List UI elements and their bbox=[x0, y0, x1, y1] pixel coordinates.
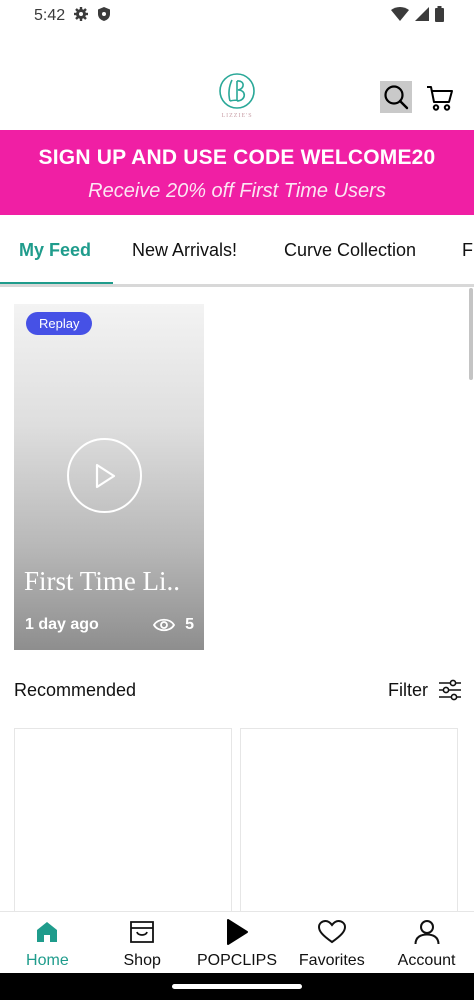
settings-icon bbox=[73, 6, 89, 27]
replay-badge: Replay bbox=[26, 312, 93, 335]
promo-subtitle: Receive 20% off First Time Users bbox=[88, 180, 386, 202]
nav-favorites[interactable]: Favorites bbox=[284, 912, 379, 973]
shop-icon bbox=[129, 918, 155, 946]
video-card[interactable]: Replay First Time Li.. 1 day ago 5 bbox=[14, 304, 204, 650]
status-bar: 5:42 bbox=[0, 0, 474, 32]
video-title: First Time Li.. bbox=[24, 566, 181, 596]
tab-curve-collection[interactable]: Curve Collection bbox=[284, 215, 416, 284]
status-right bbox=[391, 5, 444, 27]
nav-popclips[interactable]: POPCLIPS bbox=[190, 912, 285, 973]
nav-account[interactable]: Account bbox=[379, 912, 474, 973]
tab-my-feed[interactable]: My Feed bbox=[19, 215, 91, 284]
system-gesture-bar bbox=[0, 973, 474, 1000]
logo-monogram-icon bbox=[219, 73, 255, 109]
cart-button[interactable] bbox=[424, 82, 456, 114]
eye-icon bbox=[153, 618, 176, 632]
status-left: 5:42 bbox=[34, 6, 111, 27]
account-icon bbox=[414, 918, 440, 946]
search-button[interactable] bbox=[380, 81, 412, 113]
view-count: 5 bbox=[185, 616, 194, 633]
tab-new-arrivals[interactable]: New Arrivals! bbox=[132, 215, 237, 284]
battery-icon bbox=[435, 5, 444, 27]
nav-favorites-label: Favorites bbox=[298, 952, 365, 969]
nav-shop-label: Shop bbox=[123, 952, 161, 969]
logo-text: LIZZIE'S bbox=[221, 113, 253, 119]
product-card[interactable] bbox=[14, 728, 232, 918]
product-card[interactable] bbox=[240, 728, 458, 918]
nav-account-label: Account bbox=[397, 952, 456, 969]
home-icon bbox=[35, 918, 59, 946]
recommended-title: Recommended bbox=[14, 680, 137, 700]
category-tabs: My Feed New Arrivals! Curve Collection F bbox=[0, 215, 474, 287]
home-gesture-handle[interactable] bbox=[172, 984, 302, 989]
bottom-nav: Home Shop POPCLIPS Favorites Account bbox=[0, 911, 474, 973]
filter-label: Filter bbox=[388, 679, 428, 700]
shield-icon bbox=[97, 6, 111, 27]
signal-icon bbox=[415, 6, 429, 26]
play-icon bbox=[225, 918, 249, 946]
brand-logo[interactable]: LIZZIE'S bbox=[216, 70, 258, 122]
promo-banner[interactable]: SIGN UP AND USE CODE WELCOME20 Receive 2… bbox=[0, 130, 474, 215]
wifi-icon bbox=[391, 6, 409, 26]
nav-shop[interactable]: Shop bbox=[95, 912, 190, 973]
active-tab-indicator bbox=[0, 282, 113, 284]
promo-title: SIGN UP AND USE CODE WELCOME20 bbox=[38, 146, 436, 169]
app-header: LIZZIE'S bbox=[0, 58, 474, 130]
search-icon bbox=[384, 85, 409, 110]
cart-icon bbox=[427, 86, 453, 111]
recommended-header: Recommended Filter bbox=[14, 678, 462, 704]
tab-partial[interactable]: F bbox=[462, 215, 473, 284]
play-icon bbox=[95, 463, 115, 488]
nav-home-label: Home bbox=[26, 952, 69, 969]
scrollbar[interactable] bbox=[469, 288, 473, 380]
status-time: 5:42 bbox=[34, 7, 66, 24]
play-button[interactable] bbox=[67, 438, 142, 513]
video-views: 5 bbox=[153, 616, 194, 634]
filter-sliders-icon bbox=[439, 679, 461, 701]
nav-home[interactable]: Home bbox=[0, 912, 95, 973]
nav-popclips-label: POPCLIPS bbox=[196, 952, 277, 969]
filter-button[interactable]: Filter bbox=[388, 678, 462, 702]
video-time-ago: 1 day ago bbox=[25, 616, 99, 633]
heart-icon bbox=[317, 918, 346, 946]
